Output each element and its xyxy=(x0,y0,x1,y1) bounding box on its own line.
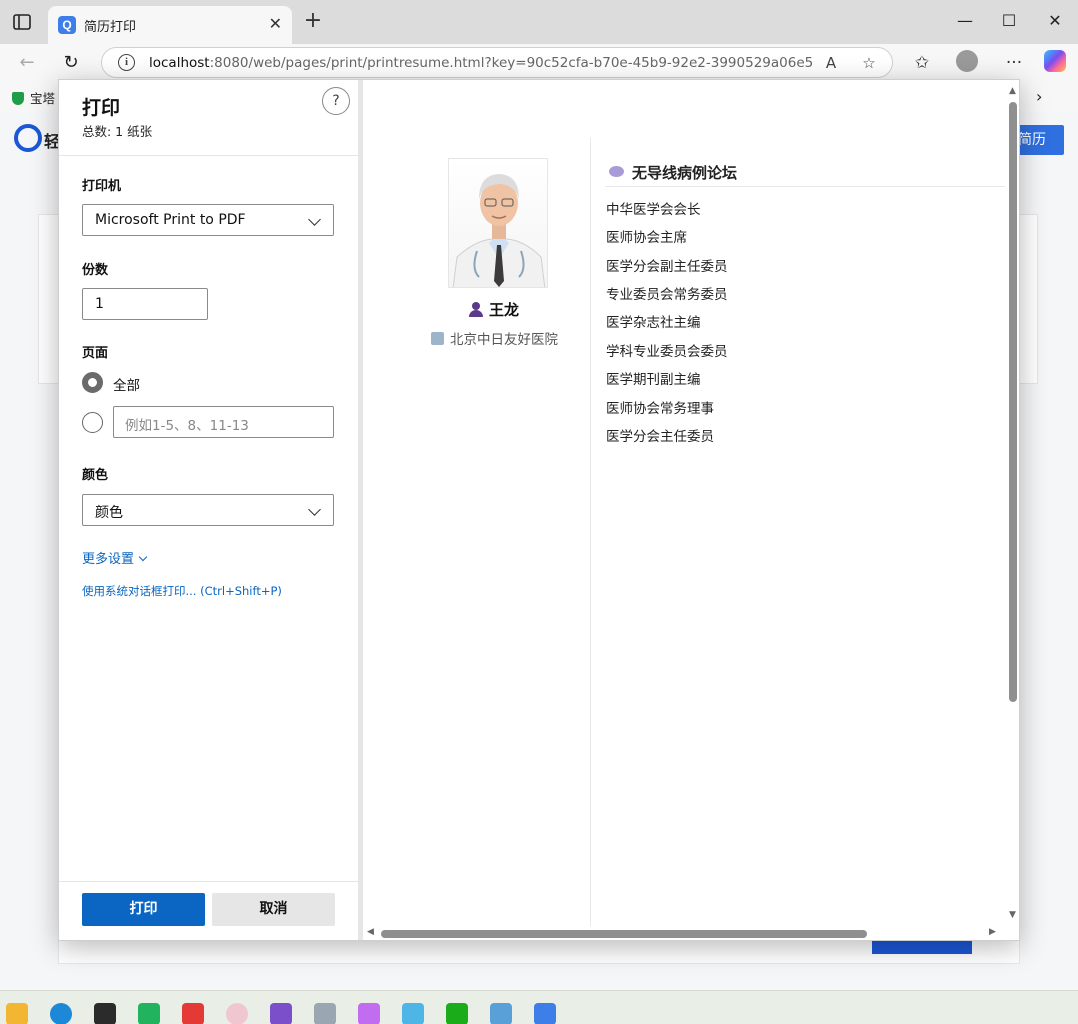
file-explorer-icon[interactable] xyxy=(6,1003,28,1024)
printer-select[interactable]: Microsoft Print to PDF xyxy=(82,204,334,236)
app-icon[interactable] xyxy=(490,1003,512,1024)
tab-active[interactable]: Q 简历打印 ✕ xyxy=(48,6,292,44)
shield-icon xyxy=(12,92,24,105)
hospital: 北京中日友好医院 xyxy=(431,328,558,348)
more-settings-link[interactable]: 更多设置 xyxy=(82,548,148,567)
divider xyxy=(59,881,358,882)
doctor-name: 王龙 xyxy=(469,299,519,320)
sheet-count: 总数: 1 纸张 xyxy=(82,124,153,139)
building-icon xyxy=(431,332,444,345)
scroll-right-icon[interactable]: ▶ xyxy=(989,927,996,937)
pages-range-radio[interactable] xyxy=(82,412,103,433)
pages-all-label[interactable]: 全部 xyxy=(113,374,140,394)
role-item: 医学杂志社主编 xyxy=(606,315,701,331)
read-aloud-icon[interactable]: A xyxy=(820,52,842,74)
taskbar xyxy=(0,990,1078,1024)
copilot-icon[interactable] xyxy=(1044,50,1066,72)
print-settings-panel: 打印 总数: 1 纸张 ? 打印机 Microsoft Print to PDF… xyxy=(59,80,358,940)
vertical-scrollbar[interactable] xyxy=(1009,102,1017,702)
maximize-icon[interactable]: ☐ xyxy=(994,10,1024,34)
new-tab-button[interactable]: + xyxy=(300,9,326,35)
back-icon[interactable]: ← xyxy=(14,50,40,76)
forum-title: 无导线病例论坛 xyxy=(609,162,737,183)
role-item: 专业委员会常务委员 xyxy=(606,287,728,303)
favicon-icon: Q xyxy=(58,16,76,34)
copies-label: 份数 xyxy=(82,263,109,278)
dialog-title: 打印 xyxy=(82,97,121,119)
print-button[interactable]: 打印 xyxy=(82,893,205,926)
favorite-star-icon[interactable]: ☆ xyxy=(858,52,880,74)
edge-icon[interactable] xyxy=(50,1003,72,1024)
cancel-button[interactable]: 取消 xyxy=(212,893,335,926)
app-icon[interactable] xyxy=(314,1003,336,1024)
role-item: 中华医学会会长 xyxy=(606,202,701,218)
role-item: 医学期刊副主编 xyxy=(606,372,701,388)
pages-label: 页面 xyxy=(82,346,109,361)
app-icon[interactable] xyxy=(358,1003,380,1024)
url-field[interactable]: i localhost:8080/web/pages/print/printre… xyxy=(101,47,893,78)
user-icon xyxy=(469,302,483,317)
role-item: 医师协会主席 xyxy=(606,230,687,246)
wps-icon[interactable] xyxy=(182,1003,204,1024)
visual-studio-icon[interactable] xyxy=(270,1003,292,1024)
role-item: 医学分会副主任委员 xyxy=(606,259,728,275)
chevron-down-icon xyxy=(308,503,321,516)
scroll-left-icon[interactable]: ◀ xyxy=(367,927,374,937)
address-bar: ← ↻ i localhost:8080/web/pages/print/pri… xyxy=(0,44,1078,82)
role-item: 医师协会常务理事 xyxy=(606,401,714,417)
app-icon[interactable] xyxy=(226,1003,248,1024)
url-text: localhost:8080/web/pages/print/printresu… xyxy=(149,55,814,71)
app-icon[interactable] xyxy=(94,1003,116,1024)
wechat-icon[interactable] xyxy=(446,1003,468,1024)
color-select[interactable]: 颜色 xyxy=(82,494,334,526)
chevron-down-icon xyxy=(308,213,321,226)
scroll-down-icon[interactable]: ▼ xyxy=(1009,910,1016,920)
tab-bar: Q 简历打印 ✕ + — ☐ ✕ xyxy=(0,0,1078,44)
system-dialog-link[interactable]: 使用系统对话框打印... (Ctrl+Shift+P) xyxy=(82,583,282,599)
horizontal-scrollbar[interactable] xyxy=(381,930,867,938)
more-menu-icon[interactable]: ··· xyxy=(1001,50,1027,76)
role-item: 医学分会主任委员 xyxy=(606,429,714,445)
role-item: 学科专业委员会委员 xyxy=(606,344,728,360)
paint-icon[interactable] xyxy=(402,1003,424,1024)
profile-avatar-icon[interactable] xyxy=(956,50,978,72)
reload-icon[interactable]: ↻ xyxy=(58,50,84,76)
favorites-icon[interactable]: ✩ xyxy=(909,50,935,76)
pages-range-input[interactable]: 例如1-5、8、11-13 xyxy=(113,406,334,438)
chat-bubble-icon xyxy=(609,166,624,177)
app-icon[interactable] xyxy=(138,1003,160,1024)
app-icon[interactable] xyxy=(534,1003,556,1024)
help-icon[interactable]: ? xyxy=(322,87,350,115)
resume-column-divider xyxy=(590,138,591,926)
color-label: 颜色 xyxy=(82,468,109,483)
pages-all-radio[interactable] xyxy=(82,372,103,393)
divider xyxy=(59,155,358,156)
info-icon[interactable]: i xyxy=(118,54,135,71)
chevron-down-icon xyxy=(138,552,148,562)
scroll-up-icon[interactable]: ▲ xyxy=(1009,86,1016,96)
divider xyxy=(605,186,1005,187)
window-close-icon[interactable]: ✕ xyxy=(1040,10,1070,34)
bookmark-item[interactable]: 宝塔 xyxy=(12,88,55,107)
minimize-icon[interactable]: — xyxy=(950,10,980,34)
doctor-photo xyxy=(448,158,548,288)
tab-title: 简历打印 xyxy=(84,20,137,35)
close-tab-icon[interactable]: ✕ xyxy=(269,15,282,33)
tab-actions-icon[interactable] xyxy=(12,12,32,32)
printer-label: 打印机 xyxy=(82,179,122,194)
site-logo-icon xyxy=(14,124,42,152)
print-dialog: 打印 总数: 1 纸张 ? 打印机 Microsoft Print to PDF… xyxy=(58,79,1020,941)
copies-input[interactable]: 1 xyxy=(82,288,208,320)
chevron-right-icon[interactable]: › xyxy=(1036,87,1042,106)
